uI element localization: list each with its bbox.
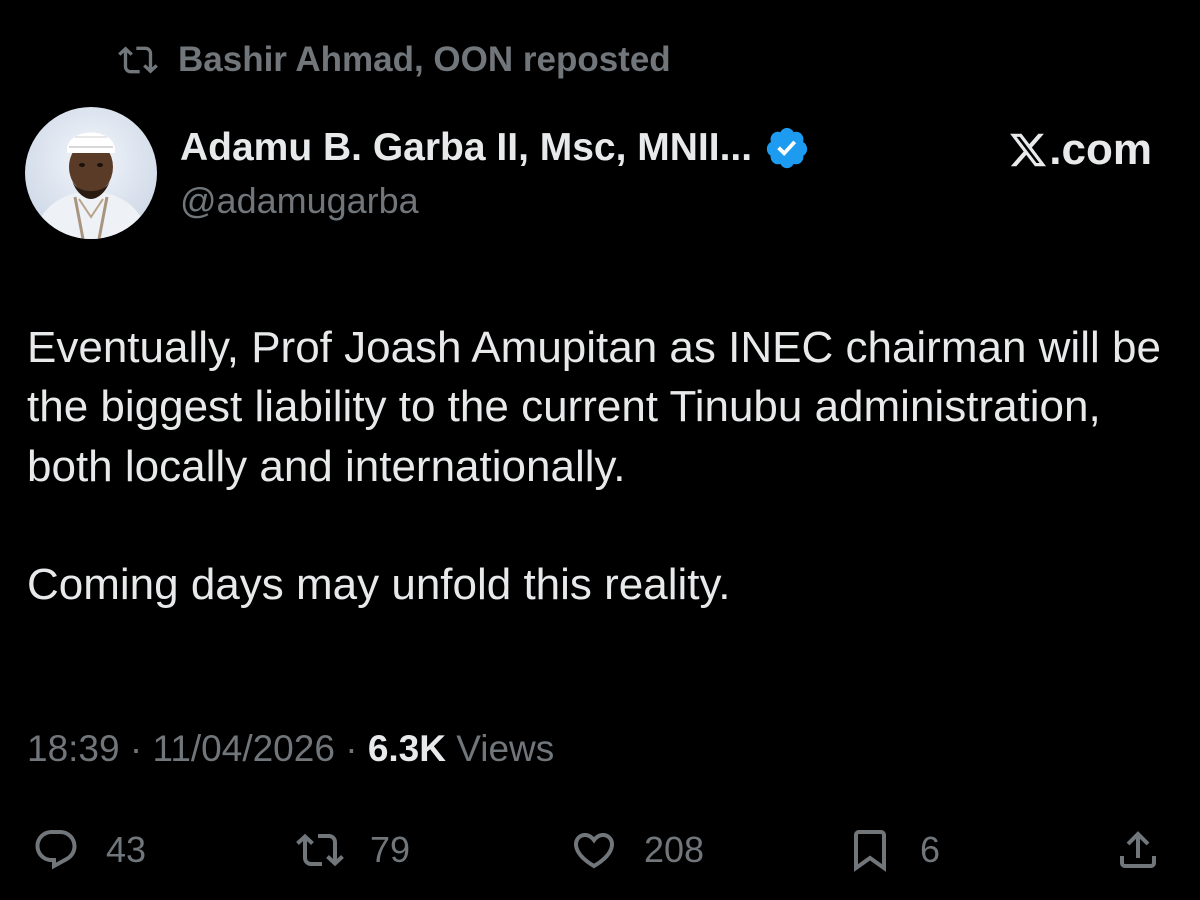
avatar-image bbox=[25, 107, 157, 239]
reply-icon bbox=[35, 830, 77, 870]
share-icon bbox=[1120, 831, 1156, 868]
meta-separator: · bbox=[345, 728, 358, 769]
repost-context[interactable]: Bashir Ahmad, OON reposted bbox=[118, 38, 671, 82]
repost-icon bbox=[118, 46, 158, 74]
action-bar: 43 79 208 6 bbox=[0, 820, 1200, 880]
author-name-row[interactable]: Adamu B. Garba II, Msc, MNII... bbox=[180, 124, 810, 172]
reply-button[interactable]: 43 bbox=[32, 820, 146, 880]
tweet-paragraph: Eventually, Prof Joash Amupitan as INEC … bbox=[27, 323, 1161, 491]
verified-badge-icon bbox=[766, 127, 808, 169]
meta-separator: · bbox=[129, 728, 143, 769]
x-logo-icon bbox=[1010, 133, 1047, 167]
like-button[interactable]: 208 bbox=[570, 820, 704, 880]
views-count: 6.3K bbox=[367, 728, 446, 769]
views-label: Views bbox=[456, 728, 555, 769]
author-name[interactable]: Adamu B. Garba II, Msc, MNII... bbox=[180, 126, 752, 170]
like-count: 208 bbox=[644, 829, 705, 870]
bookmark-icon bbox=[854, 830, 886, 872]
share-button[interactable] bbox=[1114, 820, 1162, 880]
tweet-date[interactable]: 11/04/2026 bbox=[152, 728, 334, 769]
author-handle[interactable]: @adamugarba bbox=[180, 180, 419, 222]
repost-label: Bashir Ahmad, OON reposted bbox=[178, 40, 671, 79]
tweet-text: Eventually, Prof Joash Amupitan as INEC … bbox=[27, 318, 1177, 615]
repost-button[interactable]: 79 bbox=[296, 820, 410, 880]
bookmark-count: 6 bbox=[920, 829, 941, 870]
reply-count: 43 bbox=[106, 829, 147, 870]
repost-count: 79 bbox=[370, 829, 411, 870]
brand-watermark: .com bbox=[1008, 124, 1152, 176]
repost-icon bbox=[296, 833, 344, 867]
tweet-paragraph: Coming days may unfold this reality. bbox=[27, 560, 731, 610]
tweet-meta: 18:39 · 11/04/2026 · 6.3K Views bbox=[27, 728, 554, 770]
bookmark-button[interactable]: 6 bbox=[846, 820, 940, 880]
tweet-time[interactable]: 18:39 bbox=[27, 728, 120, 769]
like-icon bbox=[573, 833, 615, 869]
brand-text: .com bbox=[1049, 125, 1152, 174]
avatar[interactable] bbox=[25, 107, 157, 239]
